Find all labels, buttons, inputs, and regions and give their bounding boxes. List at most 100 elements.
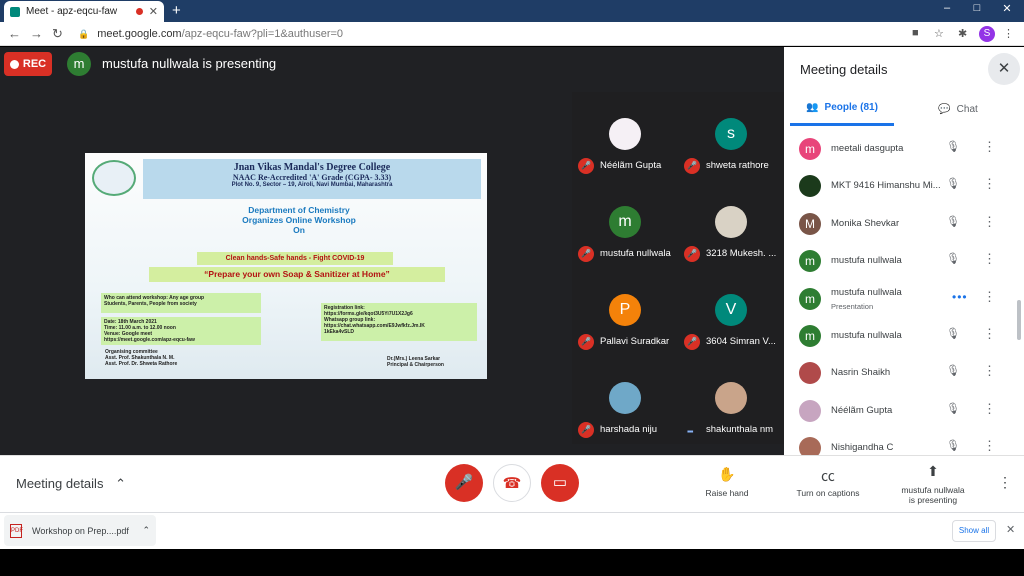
meeting-details-label: Meeting details	[16, 476, 104, 491]
participant-more-icon[interactable]: ⋮	[983, 139, 996, 155]
meeting-details-toggle[interactable]: Meeting details ⌃	[16, 476, 126, 492]
presentation-button[interactable]: ⬆ mustufa nullwala is presenting	[893, 463, 973, 505]
extensions-icon[interactable]: ✱	[958, 27, 967, 40]
participant-tiles-grid: 🎤 Néélãm Gupta s 🎤 shweta rathore m 🎤 mustufa n…	[572, 92, 784, 444]
presenter-avatar: m	[67, 52, 91, 76]
participant-tile[interactable]: P 🎤 Pallavi Suradkar	[572, 268, 678, 356]
mic-off-icon: 🎤	[684, 246, 700, 262]
participant-row[interactable]: m mustufa nullwala 🎙 ⋮	[790, 318, 1016, 355]
dept-line-2: Organizes Online Workshop	[242, 215, 356, 225]
new-tab-button[interactable]: +	[172, 2, 181, 19]
participant-avatar	[799, 175, 821, 198]
close-downloads-icon[interactable]: ✕	[1006, 523, 1015, 536]
participant-more-icon[interactable]: ⋮	[983, 176, 996, 192]
camera-off-icon: ▭	[552, 474, 568, 491]
mic-off-icon: 🎙	[946, 178, 960, 191]
mic-off-icon: 🎤	[578, 158, 594, 174]
participant-more-icon[interactable]: ⋮	[983, 438, 996, 454]
presentation-slide: Jnan Vikas Mandal's Degree College NAAC …	[85, 153, 487, 379]
people-icon: 👥	[806, 102, 819, 113]
browser-menu-icon[interactable]: ⋮	[1003, 27, 1014, 40]
download-item[interactable]: PDF Workshop on Prep....pdf ⌃	[4, 515, 156, 546]
participant-tile[interactable]: s 🎤 shweta rathore	[678, 92, 784, 180]
slide-address: Plot No. 9, Sector – 19, Airoli, Navi Mu…	[231, 182, 393, 188]
mic-off-icon: 🎙	[946, 365, 960, 378]
participant-row[interactable]: m meetali dasgupta 🎙 ⋮	[790, 131, 1016, 168]
close-panel-button[interactable]: ✕	[988, 53, 1020, 85]
url-input[interactable]: 🔒 meet.google.com/apz-eqcu-faw?pli=1&aut…	[72, 25, 962, 43]
slide-workshop-title: “Prepare your own Soap & Sanitizer at Ho…	[149, 267, 445, 282]
participant-avatar: M	[799, 212, 821, 235]
camera-in-use-icon[interactable]: ■	[912, 27, 919, 39]
participant-more-icon[interactable]: ⋮	[983, 363, 996, 379]
profile-avatar[interactable]: S	[979, 26, 995, 42]
reload-icon[interactable]: ↻	[52, 26, 63, 42]
download-filename: Workshop on Prep....pdf	[32, 525, 129, 536]
forward-icon[interactable]: →	[30, 26, 43, 41]
close-window-button[interactable]: ✕	[992, 2, 1022, 15]
panel-scrollbar[interactable]	[1017, 300, 1021, 340]
participant-avatar: m	[799, 250, 821, 273]
mic-toggle-button[interactable]: 🎤	[445, 464, 483, 502]
lock-icon: 🔒	[78, 28, 90, 39]
participant-row[interactable]: MKT 9416 Himanshu Mi... 🎙 ⋮	[790, 168, 1016, 205]
meet-favicon-icon	[10, 6, 20, 17]
participant-row[interactable]: Nasrin Shaikh 🎙 ⋮	[790, 355, 1016, 392]
mic-off-icon: 🎤	[684, 158, 700, 174]
browser-tab[interactable]: Meet - apz-eqcu-faw ✕	[4, 1, 164, 22]
presenting-line-2: is presenting	[908, 495, 958, 505]
audio-level-icon: ▪▪▪	[687, 427, 693, 436]
participant-row[interactable]: m mustufa nullwala 🎙 ⋮	[790, 243, 1016, 280]
raise-hand-button[interactable]: ✋ Raise hand	[687, 466, 767, 498]
mic-off-icon: 🎙	[946, 253, 960, 266]
close-tab-icon[interactable]: ✕	[149, 5, 158, 18]
participant-name: mustufa nullwala	[831, 255, 902, 267]
participant-tile-name: 3218 Mukesh. ...	[706, 248, 777, 259]
participant-name: mustufa nullwala	[831, 286, 902, 298]
tab-chat[interactable]: 💬 Chat	[906, 92, 1010, 126]
participant-tile[interactable]: V 🎤 3604 Simran V...	[678, 268, 784, 356]
participant-more-icon[interactable]: ⋮	[983, 214, 996, 230]
minimize-button[interactable]: –	[932, 2, 962, 14]
participant-more-icon[interactable]: ⋮	[983, 251, 996, 267]
participant-tile-name: Pallavi Suradkar	[600, 336, 670, 347]
present-screen-icon: ⬆	[927, 463, 939, 479]
participant-tile[interactable]: 🎤 3218 Mukesh. ...	[678, 180, 784, 268]
mic-off-icon: 🎙	[946, 440, 960, 453]
maximize-button[interactable]: □	[962, 2, 992, 14]
slide-audience-line-2: Students, Parents, People from society	[104, 301, 197, 307]
participant-tile-name: Néélãm Gupta	[600, 160, 662, 171]
more-options-icon[interactable]: ⋮	[998, 474, 1012, 491]
hang-up-icon: ☎	[502, 475, 522, 492]
tab-people[interactable]: 👥 People (81)	[790, 92, 894, 126]
leave-call-button[interactable]: ☎	[493, 464, 531, 502]
dept-line-1: Department of Chemistry	[248, 205, 350, 215]
participant-row[interactable]: Néélãm Gupta 🎙 ⋮	[790, 393, 1016, 430]
participant-tile[interactable]: 🎤 Néélãm Gupta	[572, 92, 678, 180]
chevron-up-icon[interactable]: ⌃	[142, 525, 150, 536]
tab-title: Meet - apz-eqcu-faw	[26, 6, 118, 17]
participant-row[interactable]: M Monika Shevkar 🎙 ⋮	[790, 206, 1016, 243]
participant-more-icon[interactable]: ⋮	[983, 289, 996, 305]
participant-more-icon[interactable]: ⋮	[983, 401, 996, 417]
participant-tile[interactable]: m 🎤 mustufa nullwala	[572, 180, 678, 268]
slide-sig-title: Principal & Chairperson	[387, 362, 444, 368]
participant-avatar	[715, 382, 747, 414]
camera-toggle-button[interactable]: ▭	[541, 464, 579, 502]
raise-hand-label: Raise hand	[705, 488, 749, 498]
chat-icon: 💬	[938, 103, 951, 115]
show-all-button[interactable]: Show all	[952, 520, 996, 542]
captions-button[interactable]: ㏄ Turn on captions	[788, 466, 868, 498]
participant-avatar: P	[609, 294, 641, 326]
participant-tile[interactable]: ▪▪▪ shakunthala nm	[678, 356, 784, 444]
mic-off-icon: 🎙	[946, 328, 960, 340]
slide-header: Jnan Vikas Mandal's Degree College NAAC …	[143, 159, 481, 199]
participant-row[interactable]: m mustufa nullwala Presentation ••• ⋮	[790, 281, 1016, 318]
bookmark-star-icon[interactable]: ☆	[934, 27, 944, 40]
participant-tile[interactable]: 🎤 harshada niju	[572, 356, 678, 444]
mic-off-icon: 🎤	[684, 334, 700, 350]
participant-more-icon[interactable]: ⋮	[983, 326, 996, 342]
back-icon[interactable]: ←	[8, 26, 21, 41]
participant-subtitle: Presentation	[831, 301, 874, 311]
participant-avatar	[609, 382, 641, 414]
